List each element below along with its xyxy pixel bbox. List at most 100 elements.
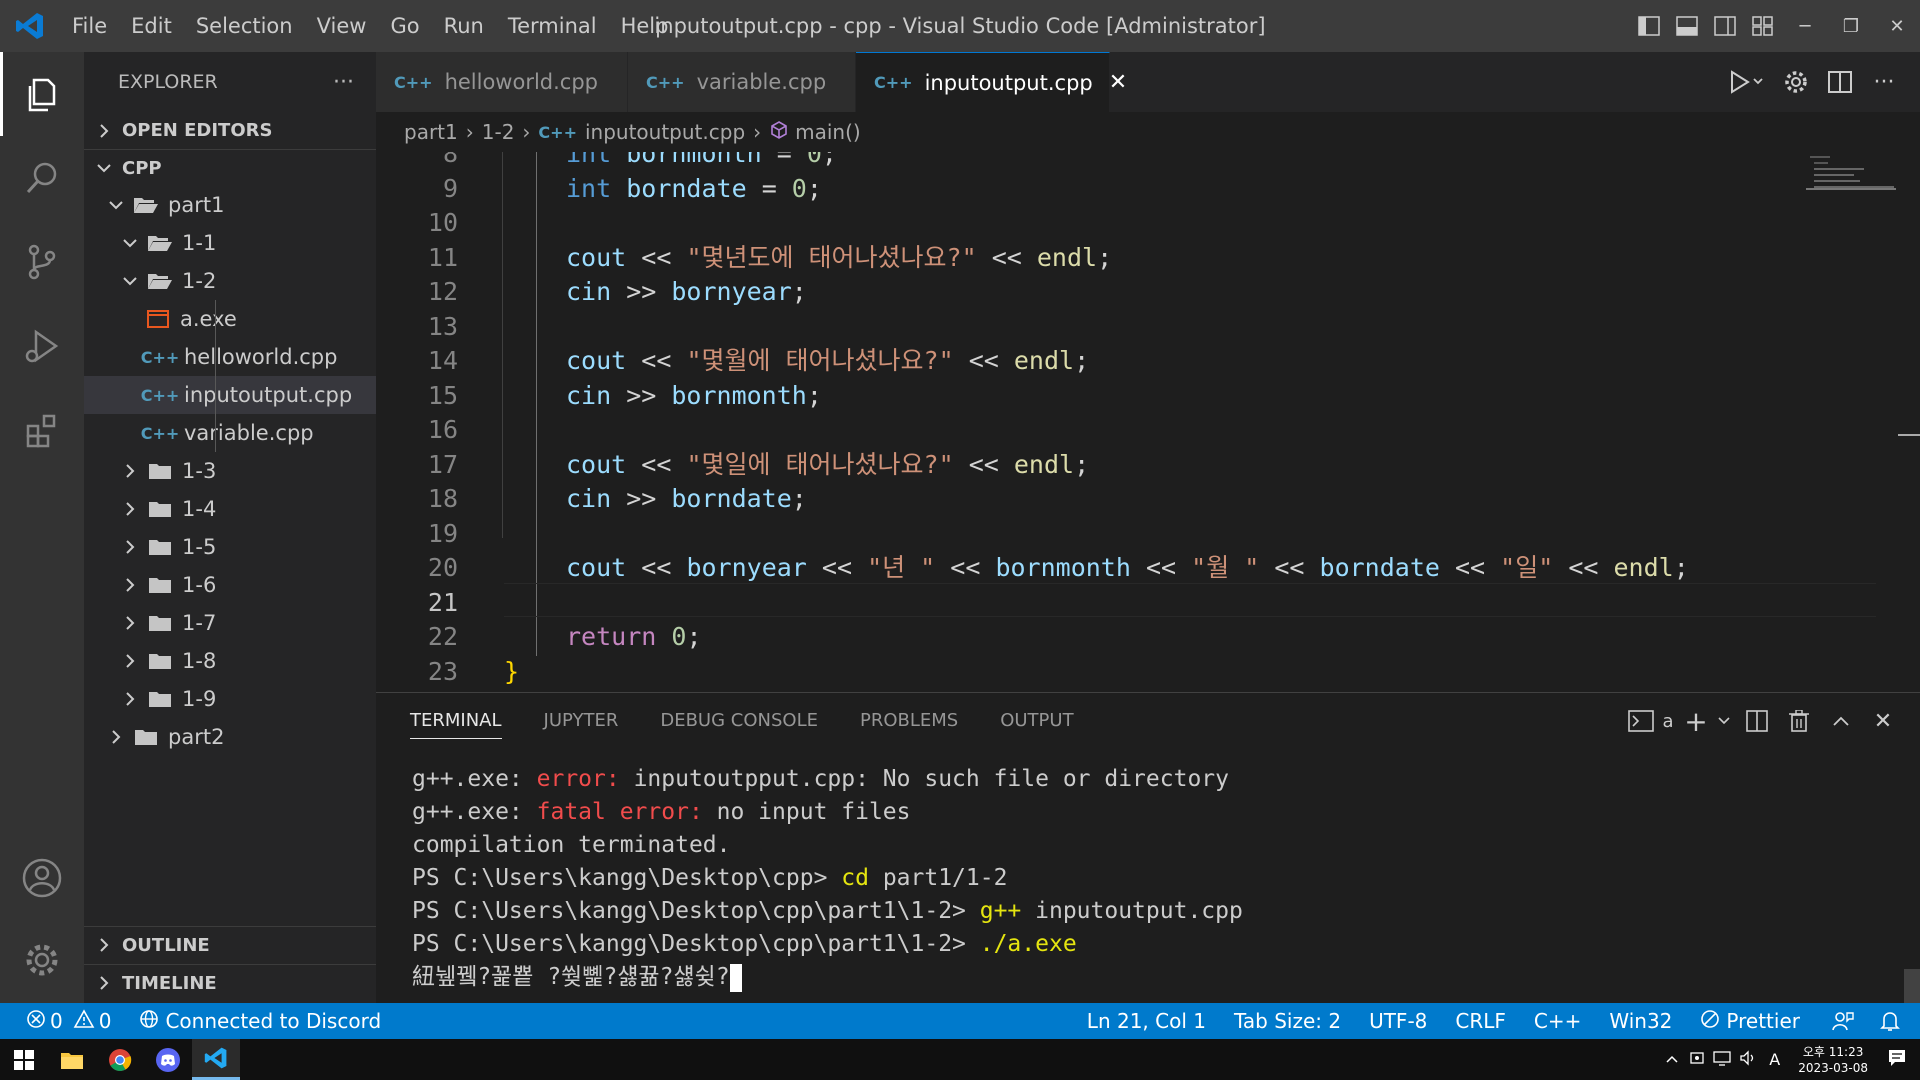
terminal-scrollbar[interactable] <box>1904 969 1920 1003</box>
language-mode[interactable]: C++ <box>1520 1009 1595 1033</box>
tree-item-folder[interactable]: 1-1 <box>84 224 376 262</box>
platform[interactable]: Win32 <box>1595 1009 1686 1033</box>
settings-gear-icon[interactable] <box>1774 52 1818 112</box>
workspace-section[interactable]: CPP <box>84 150 376 186</box>
toggle-primary-sidebar-icon[interactable] <box>1630 0 1668 52</box>
feedback-icon[interactable] <box>1814 1010 1872 1032</box>
new-terminal-icon[interactable]: + <box>1680 693 1712 749</box>
chevron-up-icon[interactable] <box>1659 1052 1685 1068</box>
restore-icon[interactable]: ❐ <box>1828 0 1874 52</box>
tab-size[interactable]: Tab Size: 2 <box>1220 1009 1355 1033</box>
breadcrumb-symbol[interactable]: main() <box>795 120 861 144</box>
accounts-icon[interactable] <box>0 836 84 920</box>
menu-selection[interactable]: Selection <box>184 0 305 52</box>
chevron-down-icon[interactable] <box>1712 693 1736 749</box>
tree-item-folder[interactable]: 1-5 <box>84 528 376 566</box>
maximize-panel-icon[interactable] <box>1820 693 1862 749</box>
toggle-panel-icon[interactable] <box>1668 0 1706 52</box>
tab-label: variable.cpp <box>696 70 827 94</box>
panel-tab-problems[interactable]: PROBLEMS <box>860 693 958 749</box>
run-debug-icon[interactable] <box>0 304 84 388</box>
terminal-shell-icon[interactable] <box>1626 693 1656 749</box>
split-editor-icon[interactable] <box>1818 52 1862 112</box>
terminal-line: compilation terminated. <box>412 829 1243 862</box>
notifications-bell-icon[interactable] <box>1872 1010 1920 1032</box>
panel-tab-jupyter[interactable]: JUPYTER <box>544 693 619 749</box>
tree-item-folder[interactable]: part1 <box>84 186 376 224</box>
line-number: 11 <box>427 242 458 272</box>
code-editor[interactable]: 8 int bornmonth = 0; 9 int borndate = 0; 10 1… <box>376 152 1920 692</box>
encoding[interactable]: UTF-8 <box>1355 1009 1441 1033</box>
manage-gear-icon[interactable] <box>0 918 84 1002</box>
tree-item-cpp[interactable]: C++ inputoutput.cpp <box>84 376 376 414</box>
menu-edit[interactable]: Edit <box>119 0 184 52</box>
file-explorer-icon[interactable] <box>48 1039 96 1080</box>
more-actions-icon[interactable]: ··· <box>1862 52 1906 112</box>
tree-item-folder[interactable]: part2 <box>84 718 376 756</box>
menu-run[interactable]: Run <box>432 0 496 52</box>
split-terminal-icon[interactable] <box>1736 693 1778 749</box>
customize-layout-icon[interactable] <box>1744 0 1782 52</box>
panel-tab-debug-console[interactable]: DEBUG CONSOLE <box>660 693 818 749</box>
prettier-status[interactable]: Prettier <box>1686 1009 1814 1034</box>
minimize-icon[interactable]: ─ <box>1782 0 1828 52</box>
tree-item-folder[interactable]: 1-7 <box>84 604 376 642</box>
extensions-icon[interactable] <box>0 388 84 472</box>
menu-go[interactable]: Go <box>378 0 431 52</box>
close-panel-icon[interactable]: ✕ <box>1862 693 1904 749</box>
tree-item-folder[interactable]: 1-9 <box>84 680 376 718</box>
search-icon[interactable] <box>0 136 84 220</box>
menu-help[interactable]: Help <box>609 0 681 52</box>
explorer-icon[interactable] <box>0 52 84 136</box>
outline-section[interactable]: OUTLINE <box>84 926 376 963</box>
close-window-icon[interactable]: ✕ <box>1874 0 1920 52</box>
panel-tab-terminal[interactable]: TERMINAL <box>410 693 502 749</box>
timeline-section[interactable]: TIMELINE <box>84 964 376 1001</box>
tree-item-folder[interactable]: 1-6 <box>84 566 376 604</box>
tree-item-folder[interactable]: 1-4 <box>84 490 376 528</box>
network-icon[interactable] <box>1709 1050 1735 1070</box>
volume-icon[interactable] <box>1735 1049 1761 1070</box>
code-token: bornyear <box>686 553 807 582</box>
discord-status[interactable]: Connected to Discord <box>125 1009 395 1034</box>
tab-helloworld[interactable]: C++ helloworld.cpp <box>376 52 628 112</box>
run-code-icon[interactable] <box>1718 52 1774 112</box>
windows-start-icon[interactable] <box>0 1039 48 1080</box>
notification-center-icon[interactable] <box>1878 1049 1920 1071</box>
tree-item-folder[interactable]: 1-3 <box>84 452 376 490</box>
open-editors-section[interactable]: OPEN EDITORS <box>84 112 376 150</box>
tree-item-exe[interactable]: a.exe <box>84 300 376 338</box>
toggle-secondary-sidebar-icon[interactable] <box>1706 0 1744 52</box>
chrome-icon[interactable] <box>96 1039 144 1080</box>
tree-item-folder[interactable]: 1-2 <box>84 262 376 300</box>
breadcrumb-file[interactable]: inputoutput.cpp <box>585 120 745 144</box>
panel-tab-output[interactable]: OUTPUT <box>1000 693 1073 749</box>
discord-app-icon[interactable] <box>144 1039 192 1080</box>
clock[interactable]: 오후 11:23 2023-03-08 <box>1788 1044 1878 1076</box>
tree-item-cpp[interactable]: C++ helloworld.cpp <box>84 338 376 376</box>
terminal-shell-label[interactable]: a <box>1656 693 1680 749</box>
menu-view[interactable]: View <box>305 0 379 52</box>
terminal-output[interactable]: g++.exe: error: inputoutpput.cpp: No suc… <box>412 763 1243 994</box>
ime-indicator[interactable]: A <box>1761 1050 1788 1069</box>
cursor-position[interactable]: Ln 21, Col 1 <box>1073 1009 1220 1033</box>
breadcrumb-part1[interactable]: part1 <box>404 120 458 144</box>
close-tab-icon[interactable]: ✕ <box>1109 70 1127 95</box>
menu-terminal[interactable]: Terminal <box>496 0 609 52</box>
tree-item-cpp[interactable]: C++ variable.cpp <box>84 414 376 452</box>
line-endings[interactable]: CRLF <box>1441 1009 1520 1033</box>
folder-icon <box>146 613 174 633</box>
menu-file[interactable]: File <box>60 0 119 52</box>
tree-item-folder[interactable]: 1-8 <box>84 642 376 680</box>
tab-variable[interactable]: C++ variable.cpp <box>628 52 856 112</box>
tab-inputoutput[interactable]: C++ inputoutput.cpp ✕ <box>856 52 1127 112</box>
onedrive-icon[interactable] <box>1685 1050 1709 1070</box>
breadcrumb-folder[interactable]: 1-2 <box>482 120 515 144</box>
explorer-more-icon[interactable]: ··· <box>333 70 354 95</box>
trash-icon[interactable] <box>1778 693 1820 749</box>
vscode-taskbar-icon[interactable] <box>192 1039 240 1080</box>
source-control-icon[interactable] <box>0 220 84 304</box>
problems-status[interactable]: 0 0 <box>0 1008 125 1034</box>
terminal-text: g++.exe: <box>412 766 537 792</box>
